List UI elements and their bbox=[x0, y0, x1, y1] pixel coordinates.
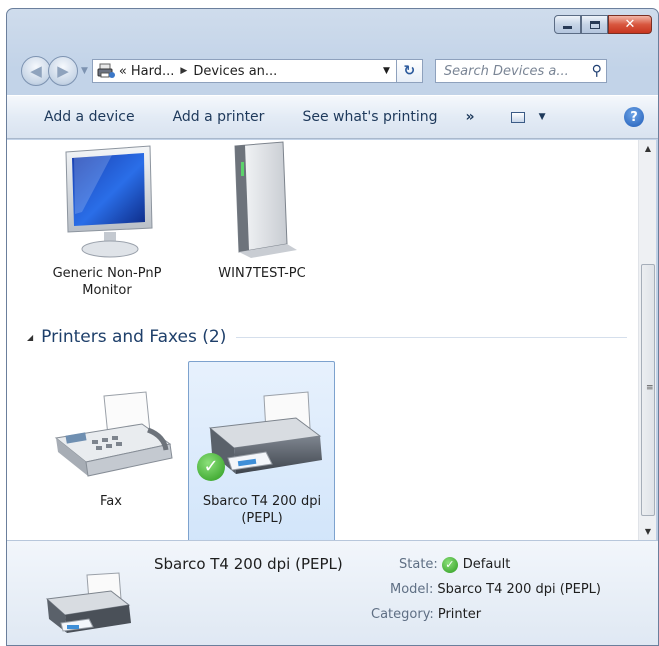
computer-tower-icon bbox=[234, 141, 297, 258]
devices-window: ✕ ◀ ▶ ▼ « Hard... ▶ Devices an... ▼ ↻ Se… bbox=[6, 8, 659, 646]
maximize-button[interactable] bbox=[581, 15, 608, 34]
printers-faxes-group-header[interactable]: ◢ Printers and Faxes (2) bbox=[27, 327, 627, 347]
add-device-button[interactable]: Add a device bbox=[44, 109, 135, 125]
details-state-row: State: ✓ Default bbox=[399, 557, 510, 573]
default-printer-check-icon: ✓ bbox=[197, 453, 225, 481]
change-view-button[interactable]: ▼ bbox=[510, 111, 546, 123]
close-button[interactable]: ✕ bbox=[608, 15, 652, 34]
details-model-row: Model: Sbarco T4 200 dpi (PEPL) bbox=[390, 582, 601, 597]
device-label-monitor-line1: Generic Non-PnP bbox=[52, 266, 162, 281]
scroll-thumb[interactable]: ≡ bbox=[641, 264, 655, 516]
search-placeholder: Search Devices a... bbox=[443, 63, 569, 79]
device-list: Generic Non-PnP Monitor WIN7TEST-PC ◢ Pr… bbox=[7, 140, 640, 540]
refresh-icon: ↻ bbox=[403, 63, 416, 79]
details-pane: Sbarco T4 200 dpi (PEPL) State: ✓ Defaul… bbox=[7, 540, 658, 645]
scroll-down-icon[interactable]: ▼ bbox=[639, 523, 657, 540]
more-commands-button[interactable]: » bbox=[466, 109, 475, 125]
details-state-key: State: bbox=[399, 557, 438, 572]
minimize-button[interactable] bbox=[554, 15, 581, 34]
forward-button[interactable]: ▶ bbox=[48, 56, 78, 86]
breadcrumb-hardware[interactable]: Hard... bbox=[131, 64, 175, 79]
refresh-button[interactable]: ↻ bbox=[396, 59, 423, 83]
device-label-printer-line1: Sbarco T4 200 dpi bbox=[202, 494, 322, 509]
see-printing-button[interactable]: See what's printing bbox=[302, 109, 437, 125]
address-overflow-chevron[interactable]: « bbox=[119, 64, 127, 79]
search-box[interactable]: Search Devices a... ⚲ bbox=[434, 59, 607, 83]
monitor-icon bbox=[65, 145, 153, 258]
back-button[interactable]: ◀ bbox=[21, 56, 51, 86]
group-title: Printers and Faxes (2) bbox=[41, 327, 227, 347]
device-label-computer: WIN7TEST-PC bbox=[218, 266, 306, 281]
details-category-key: Category: bbox=[371, 607, 434, 622]
details-model-key: Model: bbox=[390, 582, 434, 597]
maximize-icon bbox=[589, 20, 600, 29]
details-model-value: Sbarco T4 200 dpi (PEPL) bbox=[437, 582, 602, 597]
scroll-up-icon[interactable]: ▲ bbox=[639, 140, 657, 157]
help-icon: ? bbox=[630, 109, 638, 125]
forward-arrow-icon: ▶ bbox=[57, 62, 69, 80]
details-category-value: Printer bbox=[437, 607, 482, 622]
device-sbarco-printer[interactable]: ✓ Sbarco T4 200 dpi (PEPL) bbox=[189, 388, 335, 527]
navigation-bar: ◀ ▶ ▼ « Hard... ▶ Devices an... ▼ ↻ Sear… bbox=[21, 55, 650, 87]
devices-printers-icon bbox=[97, 63, 115, 78]
command-bar: Add a device Add a printer See what's pr… bbox=[7, 95, 658, 139]
breadcrumb-devices[interactable]: Devices an... bbox=[193, 64, 277, 79]
search-icon[interactable]: ⚲ bbox=[592, 63, 602, 79]
collapse-triangle-icon[interactable]: ◢ bbox=[27, 333, 33, 342]
back-arrow-icon: ◀ bbox=[30, 62, 42, 80]
fax-icon bbox=[54, 391, 173, 477]
view-icon bbox=[510, 111, 525, 123]
scroll-grip-icon: ≡ bbox=[646, 383, 654, 393]
caption-buttons: ✕ bbox=[554, 15, 652, 34]
address-dropdown-icon[interactable]: ▼ bbox=[383, 66, 390, 76]
vertical-scrollbar[interactable]: ▲ ≡ ▼ bbox=[638, 140, 656, 540]
details-state-value: Default bbox=[462, 557, 511, 572]
view-dropdown-icon[interactable]: ▼ bbox=[539, 112, 546, 122]
details-printer-icon bbox=[45, 572, 131, 633]
add-printer-button[interactable]: Add a printer bbox=[173, 109, 265, 125]
address-bar[interactable]: « Hard... ▶ Devices an... ▼ bbox=[91, 59, 397, 83]
state-default-check-icon: ✓ bbox=[441, 557, 458, 573]
device-label-monitor-line2: Monitor bbox=[82, 283, 132, 298]
close-icon: ✕ bbox=[624, 17, 636, 32]
device-fax[interactable]: Fax bbox=[41, 388, 181, 510]
device-computer[interactable]: WIN7TEST-PC bbox=[197, 140, 327, 282]
device-label-fax: Fax bbox=[100, 494, 122, 509]
help-button[interactable]: ? bbox=[624, 107, 644, 127]
details-category-row: Category: Printer bbox=[371, 607, 481, 622]
device-monitor[interactable]: Generic Non-PnP Monitor bbox=[37, 142, 177, 299]
breadcrumb-separator-icon[interactable]: ▶ bbox=[180, 66, 187, 76]
minimize-icon bbox=[563, 26, 572, 29]
device-label-printer-line2: (PEPL) bbox=[241, 511, 283, 526]
details-device-name: Sbarco T4 200 dpi (PEPL) bbox=[154, 555, 343, 573]
group-divider bbox=[236, 336, 627, 338]
recent-pages-dropdown[interactable]: ▼ bbox=[81, 66, 88, 76]
